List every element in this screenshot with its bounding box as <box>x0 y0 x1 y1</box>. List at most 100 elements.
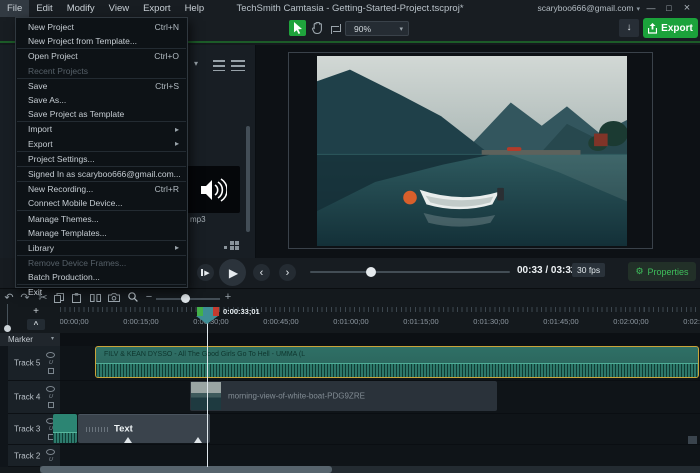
step-play-button[interactable]: ▶ <box>197 264 214 281</box>
undo-button[interactable]: ↶ <box>2 291 16 304</box>
step-bar-icon <box>201 269 204 276</box>
collapse-tracks-button[interactable]: ^ <box>27 319 45 330</box>
account-menu[interactable]: scaryboo666@gmail.com ▾ <box>537 0 640 17</box>
fps-badge: 30 fps <box>572 263 606 277</box>
video-clip[interactable]: morning-view-of-white-boat-PDG9ZRE <box>190 381 497 411</box>
menu-item-export[interactable]: Export ▸ <box>16 137 187 151</box>
export-button[interactable]: Export <box>643 18 698 38</box>
menu-item-save-project-as-template[interactable]: Save Project as Template <box>16 107 187 121</box>
text-annotation-clip[interactable]: Text <box>78 414 210 443</box>
menu-item-save-as[interactable]: Save As... <box>16 93 187 107</box>
menu-help[interactable]: Help <box>178 0 212 17</box>
track-toggles: ∪ <box>46 386 55 408</box>
seek-slider-handle[interactable] <box>366 267 376 277</box>
maximize-button[interactable]: □ <box>660 0 678 17</box>
track-toggles: ∪ <box>46 448 55 463</box>
marker-dropdown[interactable]: Marker ▾ <box>0 333 60 346</box>
media-audio-item[interactable] <box>186 166 240 213</box>
grid-view-icon[interactable] <box>224 241 240 252</box>
magnet-icon[interactable]: ∪ <box>48 456 53 463</box>
timeline-hscrollbar-thumb[interactable] <box>40 466 332 473</box>
menu-item-project-settings[interactable]: Project Settings... <box>16 152 187 166</box>
clip-microtext <box>86 427 108 432</box>
canvas-zoom-select[interactable]: 90% ▾ <box>345 21 409 36</box>
playhead-time-label: 0:00:33;01 <box>223 307 260 316</box>
menu-edit[interactable]: Edit <box>29 0 59 17</box>
track-header-4[interactable]: Track 4 ∪ <box>8 381 60 414</box>
track-name: Track 5 <box>14 358 41 368</box>
callout-marker-icon[interactable] <box>194 437 202 443</box>
file-menu-dropdown: New Project Ctrl+N New Project from Temp… <box>15 17 188 297</box>
cursor-icon <box>293 22 302 34</box>
play-icon: ▶ <box>228 265 239 280</box>
menu-item-import[interactable]: Import ▸ <box>16 122 187 136</box>
menu-item-library[interactable]: Library ▸ <box>16 241 187 255</box>
minimize-button[interactable]: — <box>642 0 660 17</box>
media-bin-scrollbar[interactable] <box>246 126 250 232</box>
menu-item-batch-production[interactable]: Batch Production... <box>16 270 187 284</box>
magnet-icon[interactable]: ∪ <box>48 359 53 366</box>
previous-button[interactable]: ‹ <box>253 264 270 281</box>
menu-item-new-recording[interactable]: New Recording... Ctrl+R <box>16 182 187 196</box>
menu-file[interactable]: File <box>0 0 30 17</box>
menu-item-open-project[interactable]: Open Project Ctrl+O <box>16 49 187 63</box>
menu-item-save[interactable]: Save Ctrl+S <box>16 79 187 93</box>
track-header-5[interactable]: Track 5 ∪ <box>8 346 60 381</box>
playhead-line[interactable] <box>207 316 208 467</box>
next-icon: › <box>285 266 290 279</box>
magnet-icon[interactable]: ∪ <box>48 393 53 400</box>
cursor-tool-button[interactable] <box>289 20 306 36</box>
audio-snippet-clip[interactable] <box>53 414 77 443</box>
ruler-label: 0:01:00;00 <box>333 317 369 326</box>
ruler-label: 0:01:30;00 <box>473 317 509 326</box>
menu-item-manage-themes[interactable]: Manage Themes... <box>16 211 187 225</box>
media-sort-dropdown[interactable]: ▾ <box>194 59 198 68</box>
track-lane-2[interactable] <box>60 445 700 467</box>
callout-marker-icon[interactable] <box>124 437 132 443</box>
timeline-ruler[interactable]: 0:00:00;00 0:00:15;00 0:00:30;00 0:00:45… <box>60 307 700 332</box>
shortcut: Ctrl+R <box>154 184 179 195</box>
close-button[interactable]: × <box>678 0 696 17</box>
submenu-arrow-icon: ▸ <box>174 139 179 149</box>
playhead-out-handle[interactable] <box>213 307 219 316</box>
menu-item-new-project[interactable]: New Project Ctrl+N <box>16 20 187 34</box>
ruler-label: 0:01:45;00 <box>543 317 579 326</box>
seek-slider-track[interactable] <box>310 271 510 273</box>
track-toggles: ∪ <box>46 352 55 374</box>
eye-icon[interactable] <box>46 448 55 455</box>
detail-view-icon[interactable] <box>231 60 245 71</box>
video-preview-image[interactable] <box>317 56 627 246</box>
eye-icon[interactable] <box>46 386 55 392</box>
add-track-button[interactable]: + <box>27 306 45 317</box>
eye-icon[interactable] <box>46 352 55 358</box>
ruler-label: 0:02:15;00 <box>683 317 700 326</box>
menu-modify[interactable]: Modify <box>60 0 102 17</box>
list-view-icon[interactable] <box>213 60 225 71</box>
lock-icon[interactable] <box>47 402 54 408</box>
download-button[interactable]: ↓ <box>619 19 639 37</box>
chevron-down-icon: ▾ <box>636 6 640 13</box>
share-icon <box>648 22 658 34</box>
menu-item-new-project-from-template[interactable]: New Project from Template... <box>16 34 187 48</box>
menu-view[interactable]: View <box>102 0 136 17</box>
track-header-2[interactable]: Track 2 ∪ <box>8 445 60 467</box>
pan-tool-button[interactable] <box>309 20 326 36</box>
audio-clip[interactable]: FILV & KEAN DYSSO - All The Good Girls G… <box>95 346 699 378</box>
playhead-pointer[interactable] <box>196 316 218 324</box>
track-height-slider-handle[interactable] <box>4 325 11 332</box>
menu-export[interactable]: Export <box>136 0 177 17</box>
play-button[interactable]: ▶ <box>219 259 246 286</box>
marker-track: Marker ▾ <box>0 333 700 346</box>
properties-button[interactable]: ⚙ Properties <box>628 262 696 281</box>
crop-tool-button[interactable] <box>327 20 344 36</box>
next-button[interactable]: › <box>279 264 296 281</box>
menu-item-signed-in[interactable]: Signed In as scaryboo666@gmail.com... <box>16 167 187 181</box>
menu-item-connect-mobile-device[interactable]: Connect Mobile Device... <box>16 196 187 210</box>
menu-item-exit[interactable]: Exit <box>16 285 187 299</box>
menu-item-manage-templates[interactable]: Manage Templates... <box>16 226 187 240</box>
lock-icon[interactable] <box>47 368 54 374</box>
ruler-label: 0:00:15;00 <box>123 317 159 326</box>
playhead-handle[interactable] <box>203 307 213 316</box>
timeline-zoom-in-button[interactable]: + <box>221 291 235 303</box>
ruler-label: 0:00:45;00 <box>263 317 299 326</box>
